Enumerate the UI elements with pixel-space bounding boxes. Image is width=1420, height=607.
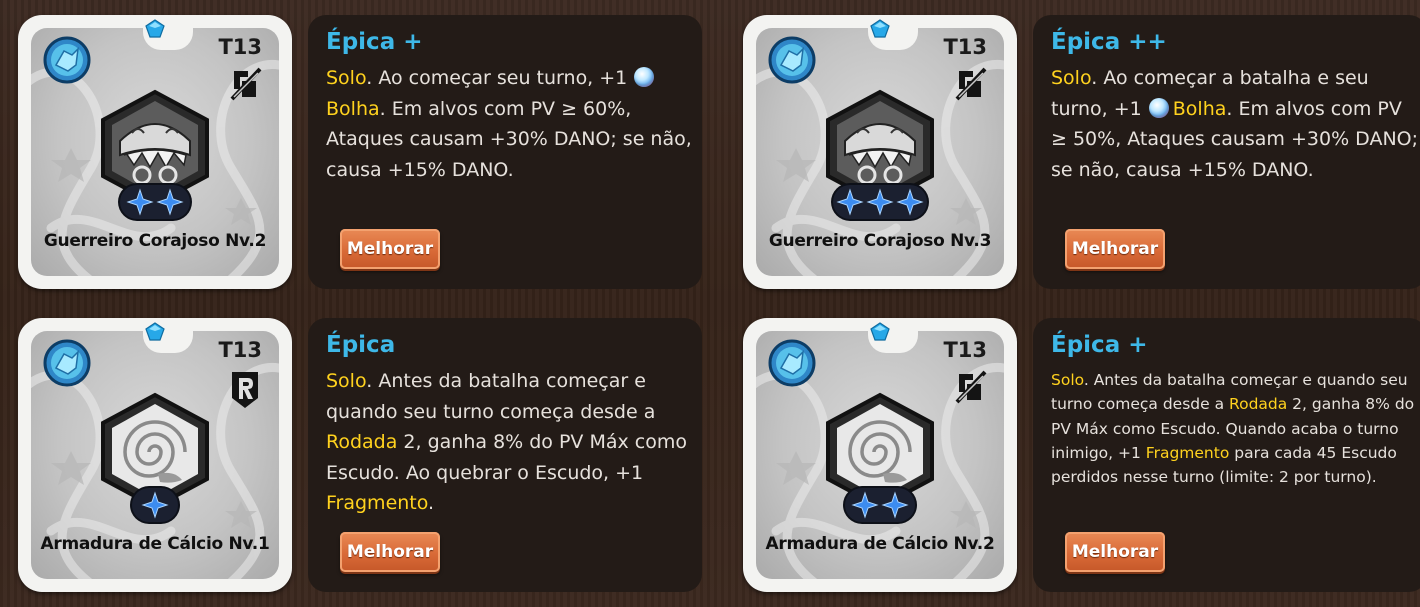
keyword-highlight: Bolha bbox=[326, 97, 380, 120]
keyword-highlight: Solo bbox=[326, 370, 367, 392]
star-icon bbox=[851, 491, 879, 519]
item-entry-3: T13 Armadura de Cálcio Nv.1 Épica Solo. … bbox=[18, 318, 708, 598]
keyword-highlight: Fragmento bbox=[326, 492, 429, 514]
upgrade-button[interactable]: Melhorar bbox=[1065, 229, 1165, 269]
star-icon bbox=[896, 188, 924, 216]
item-description-panel: Épica + Solo. Ao começar seu turno, +1 B… bbox=[308, 15, 702, 289]
bubble-icon bbox=[634, 67, 655, 87]
star-rating bbox=[120, 185, 190, 219]
no-melee-icon bbox=[230, 67, 262, 101]
no-melee-icon bbox=[955, 67, 987, 101]
item-card[interactable]: T13 Guerreiro Corajoso Nv.3 bbox=[743, 15, 1017, 289]
item-card[interactable]: T13 Armadura de Cálcio Nv.2 bbox=[743, 318, 1017, 592]
description-text: . bbox=[428, 492, 435, 514]
star-rating bbox=[833, 185, 927, 219]
keyword-highlight: Solo bbox=[1051, 371, 1084, 389]
keyword-highlight: Bolha bbox=[1172, 97, 1227, 120]
star-icon bbox=[866, 188, 894, 216]
no-melee-icon bbox=[955, 370, 987, 404]
keyword-highlight: Fragmento bbox=[1145, 443, 1230, 462]
item-description-panel: Épica + Solo. Antes da batalha começar e… bbox=[1033, 318, 1420, 592]
rarity-label: Épica + bbox=[1051, 332, 1148, 358]
top-gem-icon bbox=[145, 322, 165, 341]
item-name: Guerreiro Corajoso Nv.3 bbox=[768, 231, 992, 251]
item-card[interactable]: T13 Armadura de Cálcio Nv.1 bbox=[18, 318, 292, 592]
item-entry-4: T13 Armadura de Cálcio Nv.2 Épica + Solo… bbox=[743, 318, 1420, 598]
tier-label: T13 bbox=[218, 338, 262, 362]
ranged-r-icon bbox=[232, 372, 258, 408]
description-text: . Antes da batalha começar e quando seu … bbox=[326, 370, 656, 423]
tier-label: T13 bbox=[218, 35, 262, 59]
star-icon bbox=[156, 188, 184, 216]
element-orb-icon bbox=[43, 339, 91, 387]
top-gem-icon bbox=[870, 19, 890, 38]
keyword-highlight: Solo bbox=[1051, 67, 1092, 89]
upgrade-button[interactable]: Melhorar bbox=[1065, 532, 1165, 572]
description-text: . Ao começar seu turno, +1 bbox=[366, 67, 634, 89]
rarity-label: Épica ++ bbox=[1051, 29, 1167, 55]
item-entry-1: T13 Guerreiro Corajoso Nv.2 Épica + Solo… bbox=[18, 15, 708, 295]
top-gem-icon bbox=[870, 322, 890, 341]
star-icon bbox=[126, 188, 154, 216]
item-name: Guerreiro Corajoso Nv.2 bbox=[43, 231, 267, 251]
element-orb-icon bbox=[768, 339, 816, 387]
item-entry-2: T13 Guerreiro Corajoso Nv.3 Épica ++ Sol… bbox=[743, 15, 1420, 295]
item-description: Solo. Antes da batalha começar e quando … bbox=[1051, 368, 1420, 489]
star-icon bbox=[836, 188, 864, 216]
description-text: . Em alvos com PV ≥ 60%, Ataques causam … bbox=[326, 97, 692, 181]
element-orb-icon bbox=[768, 36, 816, 84]
item-description: Solo. Antes da batalha começar e quando … bbox=[326, 366, 694, 519]
star-rating bbox=[132, 488, 178, 522]
tier-label: T13 bbox=[943, 35, 987, 59]
item-description-panel: Épica ++ Solo. Ao começar a batalha e se… bbox=[1033, 15, 1420, 289]
keyword-highlight: Rodada bbox=[326, 431, 398, 453]
item-description: Solo. Ao começar seu turno, +1 Bolha. Em… bbox=[326, 63, 694, 185]
star-rating bbox=[845, 488, 915, 522]
tier-label: T13 bbox=[943, 338, 987, 362]
item-description: Solo. Ao começar a batalha e seu turno, … bbox=[1051, 63, 1419, 185]
item-name: Armadura de Cálcio Nv.1 bbox=[40, 534, 270, 554]
upgrade-button[interactable]: Melhorar bbox=[340, 532, 440, 572]
item-description-panel: Épica Solo. Antes da batalha começar e q… bbox=[308, 318, 702, 592]
item-card[interactable]: T13 Guerreiro Corajoso Nv.2 bbox=[18, 15, 292, 289]
upgrade-button[interactable]: Melhorar bbox=[340, 229, 440, 269]
element-orb-icon bbox=[43, 36, 91, 84]
star-icon bbox=[881, 491, 909, 519]
keyword-highlight: Rodada bbox=[1229, 395, 1288, 414]
keyword-highlight: Solo bbox=[326, 67, 367, 89]
star-icon bbox=[141, 491, 169, 519]
rarity-label: Épica bbox=[326, 332, 396, 358]
item-name: Armadura de Cálcio Nv.2 bbox=[765, 534, 995, 554]
bubble-icon bbox=[1148, 97, 1169, 118]
top-gem-icon bbox=[145, 19, 165, 38]
rarity-label: Épica + bbox=[326, 29, 423, 55]
